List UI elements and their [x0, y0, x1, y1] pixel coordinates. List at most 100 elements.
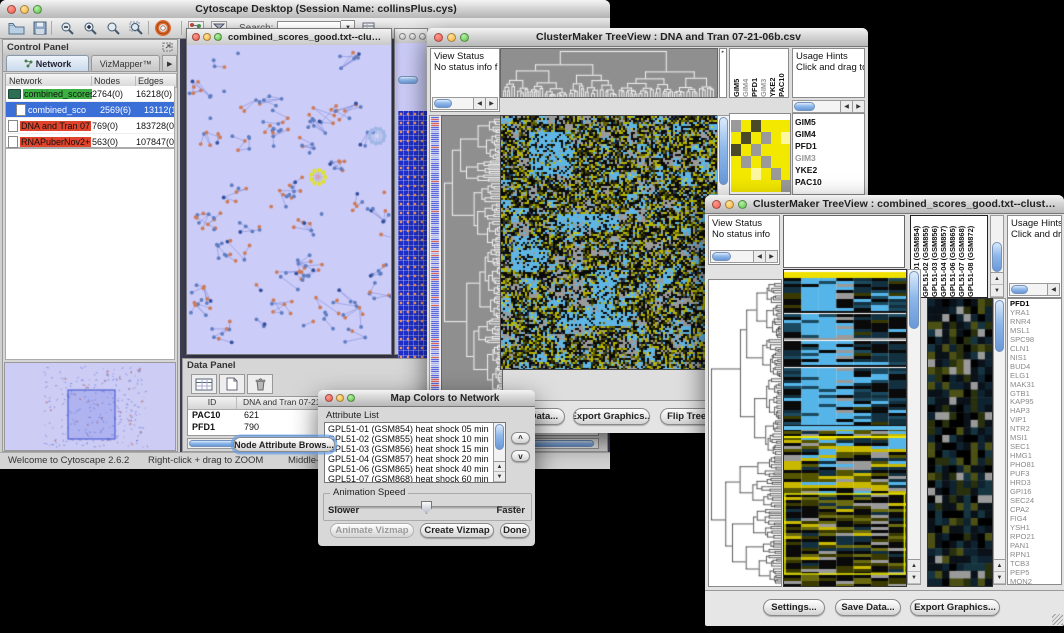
column-label[interactable]: YKE2 [768, 49, 777, 97]
scroll-right-icon[interactable]: ▶ [852, 101, 864, 112]
attribute-item[interactable]: GPL51-04 (GSM857) heat shock 20 min [325, 454, 493, 464]
overview-canvas[interactable] [5, 363, 175, 450]
close-button[interactable] [325, 394, 333, 402]
dense-cluster-block[interactable] [398, 111, 427, 363]
scroll-thumb[interactable] [495, 424, 504, 450]
column-labels-scrollbar[interactable]: ▲▼ [990, 215, 1004, 298]
move-down-button[interactable]: v [511, 450, 530, 462]
column-label[interactable]: GIM5 [732, 49, 741, 97]
column-label[interactable]: PFD1 [750, 49, 759, 97]
main-titlebar[interactable]: Cytoscape Desktop (Session Name: collins… [0, 0, 610, 19]
settings-button[interactable]: Settings... [763, 599, 825, 616]
export-graphics-button[interactable]: Export Graphics... [573, 408, 650, 425]
zoom-heatmap[interactable] [927, 298, 993, 587]
resize-grip[interactable] [1052, 614, 1063, 625]
view-status-scrollbar[interactable]: ◀▶ [710, 250, 778, 263]
slider-thumb[interactable] [421, 501, 432, 514]
global-heatmap[interactable] [500, 115, 718, 370]
close-button[interactable] [192, 33, 200, 41]
tab-network[interactable]: Network [6, 55, 89, 71]
scroll-down-icon[interactable]: ▼ [494, 472, 505, 482]
column-label[interactable]: GPL51-03 (GSM856) [930, 216, 939, 297]
column-label[interactable]: GPL51-02 (GSM855) [921, 216, 930, 297]
done-button[interactable]: Done [500, 523, 530, 538]
export-graphics-button[interactable]: Export Graphics... [910, 599, 1000, 616]
minimize-button[interactable] [409, 33, 416, 40]
col-header-edges[interactable]: Edges [136, 76, 176, 86]
close-button[interactable] [399, 33, 406, 40]
column-label[interactable]: GIM4 [741, 49, 750, 97]
zoom-out-icon[interactable] [60, 21, 75, 36]
treeview1-titlebar[interactable]: ClusterMaker TreeView : DNA and Tran 07-… [427, 28, 868, 47]
network-overview-panel[interactable] [4, 362, 176, 451]
scroll-right-icon[interactable]: ▶ [765, 251, 777, 262]
scroll-up-icon[interactable]: ▲ [908, 560, 920, 572]
close-button[interactable] [434, 33, 443, 42]
network-table-row[interactable]: combined_sco2569(6)13112(15) [6, 102, 174, 118]
listbox-scrollbar[interactable]: ▲▼ [493, 423, 505, 482]
scroll-thumb[interactable] [995, 300, 1004, 352]
animation-speed-slider[interactable] [334, 506, 520, 509]
zoom-button[interactable] [460, 33, 469, 42]
zoom-fit-icon[interactable] [106, 21, 121, 36]
row-dendrogram[interactable] [441, 115, 503, 398]
zoom-vscrollbar[interactable]: ▲▼ [993, 298, 1006, 585]
treeview2-titlebar[interactable]: ClusterMaker TreeView : combined_scores_… [705, 195, 1064, 214]
network-table-row[interactable]: combined_scores2764(0)16218(0) [6, 86, 174, 102]
open-file-icon[interactable] [8, 21, 25, 35]
move-up-button[interactable]: ^ [511, 432, 530, 444]
attribute-listbox[interactable]: GPL51-01 (GSM854) heat shock 05 minGPL51… [324, 422, 506, 483]
column-label[interactable]: PAC10 [777, 49, 786, 97]
scroll-down-icon[interactable]: ▼ [991, 285, 1003, 297]
create-vizmap-button[interactable]: Create Vizmap [420, 523, 494, 538]
network-table-row[interactable]: DNA and Tran 07769(0)183728(0) [6, 118, 174, 134]
scroll-thumb[interactable] [398, 76, 418, 84]
gene-label[interactable]: GIM5 [793, 116, 864, 128]
scroll-thumb[interactable] [909, 271, 919, 329]
zoom-heatmap-panel[interactable] [729, 113, 791, 195]
col-header-nodes[interactable]: Nodes [92, 76, 136, 86]
tab-vizmapper[interactable]: VizMapper™ [91, 55, 160, 71]
gene-label[interactable]: GIM4 [793, 128, 864, 140]
minimize-button[interactable] [725, 200, 734, 209]
scroll-left-icon[interactable]: ◀ [1047, 284, 1059, 295]
network-canvas-b[interactable] [396, 43, 426, 353]
row-dendrogram[interactable] [708, 279, 782, 587]
attribute-item[interactable]: GPL51-07 (GSM868) heat shock 60 min [325, 474, 493, 482]
gene-label[interactable]: PFD1 [793, 140, 864, 152]
scroll-thumb[interactable] [719, 117, 728, 185]
save-data-button[interactable]: Save Data... [835, 599, 901, 616]
column-label[interactable]: GPL51-06 (GSM865) [948, 216, 957, 297]
table-grid-icon[interactable] [191, 374, 217, 394]
scroll-left-icon[interactable]: ◀ [840, 101, 852, 112]
attribute-item[interactable]: GPL51-03 (GSM856) heat shock 15 min [325, 444, 493, 454]
new-attribute-icon[interactable] [219, 374, 245, 394]
col-header-network[interactable]: Network [6, 76, 92, 86]
zoom-button[interactable] [33, 5, 42, 14]
zoom-button[interactable] [347, 394, 355, 402]
dialog-titlebar[interactable]: Map Colors to Network [318, 390, 535, 407]
gene-label[interactable]: MON2 [1008, 578, 1061, 585]
help-lifesaver-icon[interactable] [155, 20, 171, 36]
scroll-thumb[interactable] [992, 242, 1002, 272]
column-label[interactable]: GPL51-04 (GSM857) [939, 216, 948, 297]
column-label[interactable]: GPL51-08 (GSM872) [966, 216, 975, 297]
scroll-down-icon[interactable]: ▼ [908, 572, 920, 584]
scroll-right-icon[interactable]: ▶ [485, 98, 497, 109]
minimize-button[interactable] [203, 33, 211, 41]
scroll-left-icon[interactable]: ◀ [473, 98, 485, 109]
scroll-left-icon[interactable]: ◀ [753, 251, 765, 262]
gene-label[interactable]: PAC10 [793, 176, 864, 188]
minimize-button[interactable] [447, 33, 456, 42]
heatmap-vscrollbar[interactable]: ▲▼ [907, 269, 921, 585]
minimize-button[interactable] [20, 5, 29, 14]
column-label[interactable]: GPL51-07 (GSM868) [957, 216, 966, 297]
view-status-scrollbar[interactable]: ◀▶ [432, 97, 498, 110]
usage-hints-scrollbar[interactable]: ◀▶ [792, 100, 865, 113]
minimize-button[interactable] [336, 394, 344, 402]
column-dendrogram[interactable] [500, 48, 718, 98]
data-col-id[interactable]: ID [188, 397, 237, 409]
zoom-in-icon[interactable] [83, 21, 98, 36]
zoom-button[interactable] [214, 33, 222, 41]
save-icon[interactable] [33, 21, 47, 35]
